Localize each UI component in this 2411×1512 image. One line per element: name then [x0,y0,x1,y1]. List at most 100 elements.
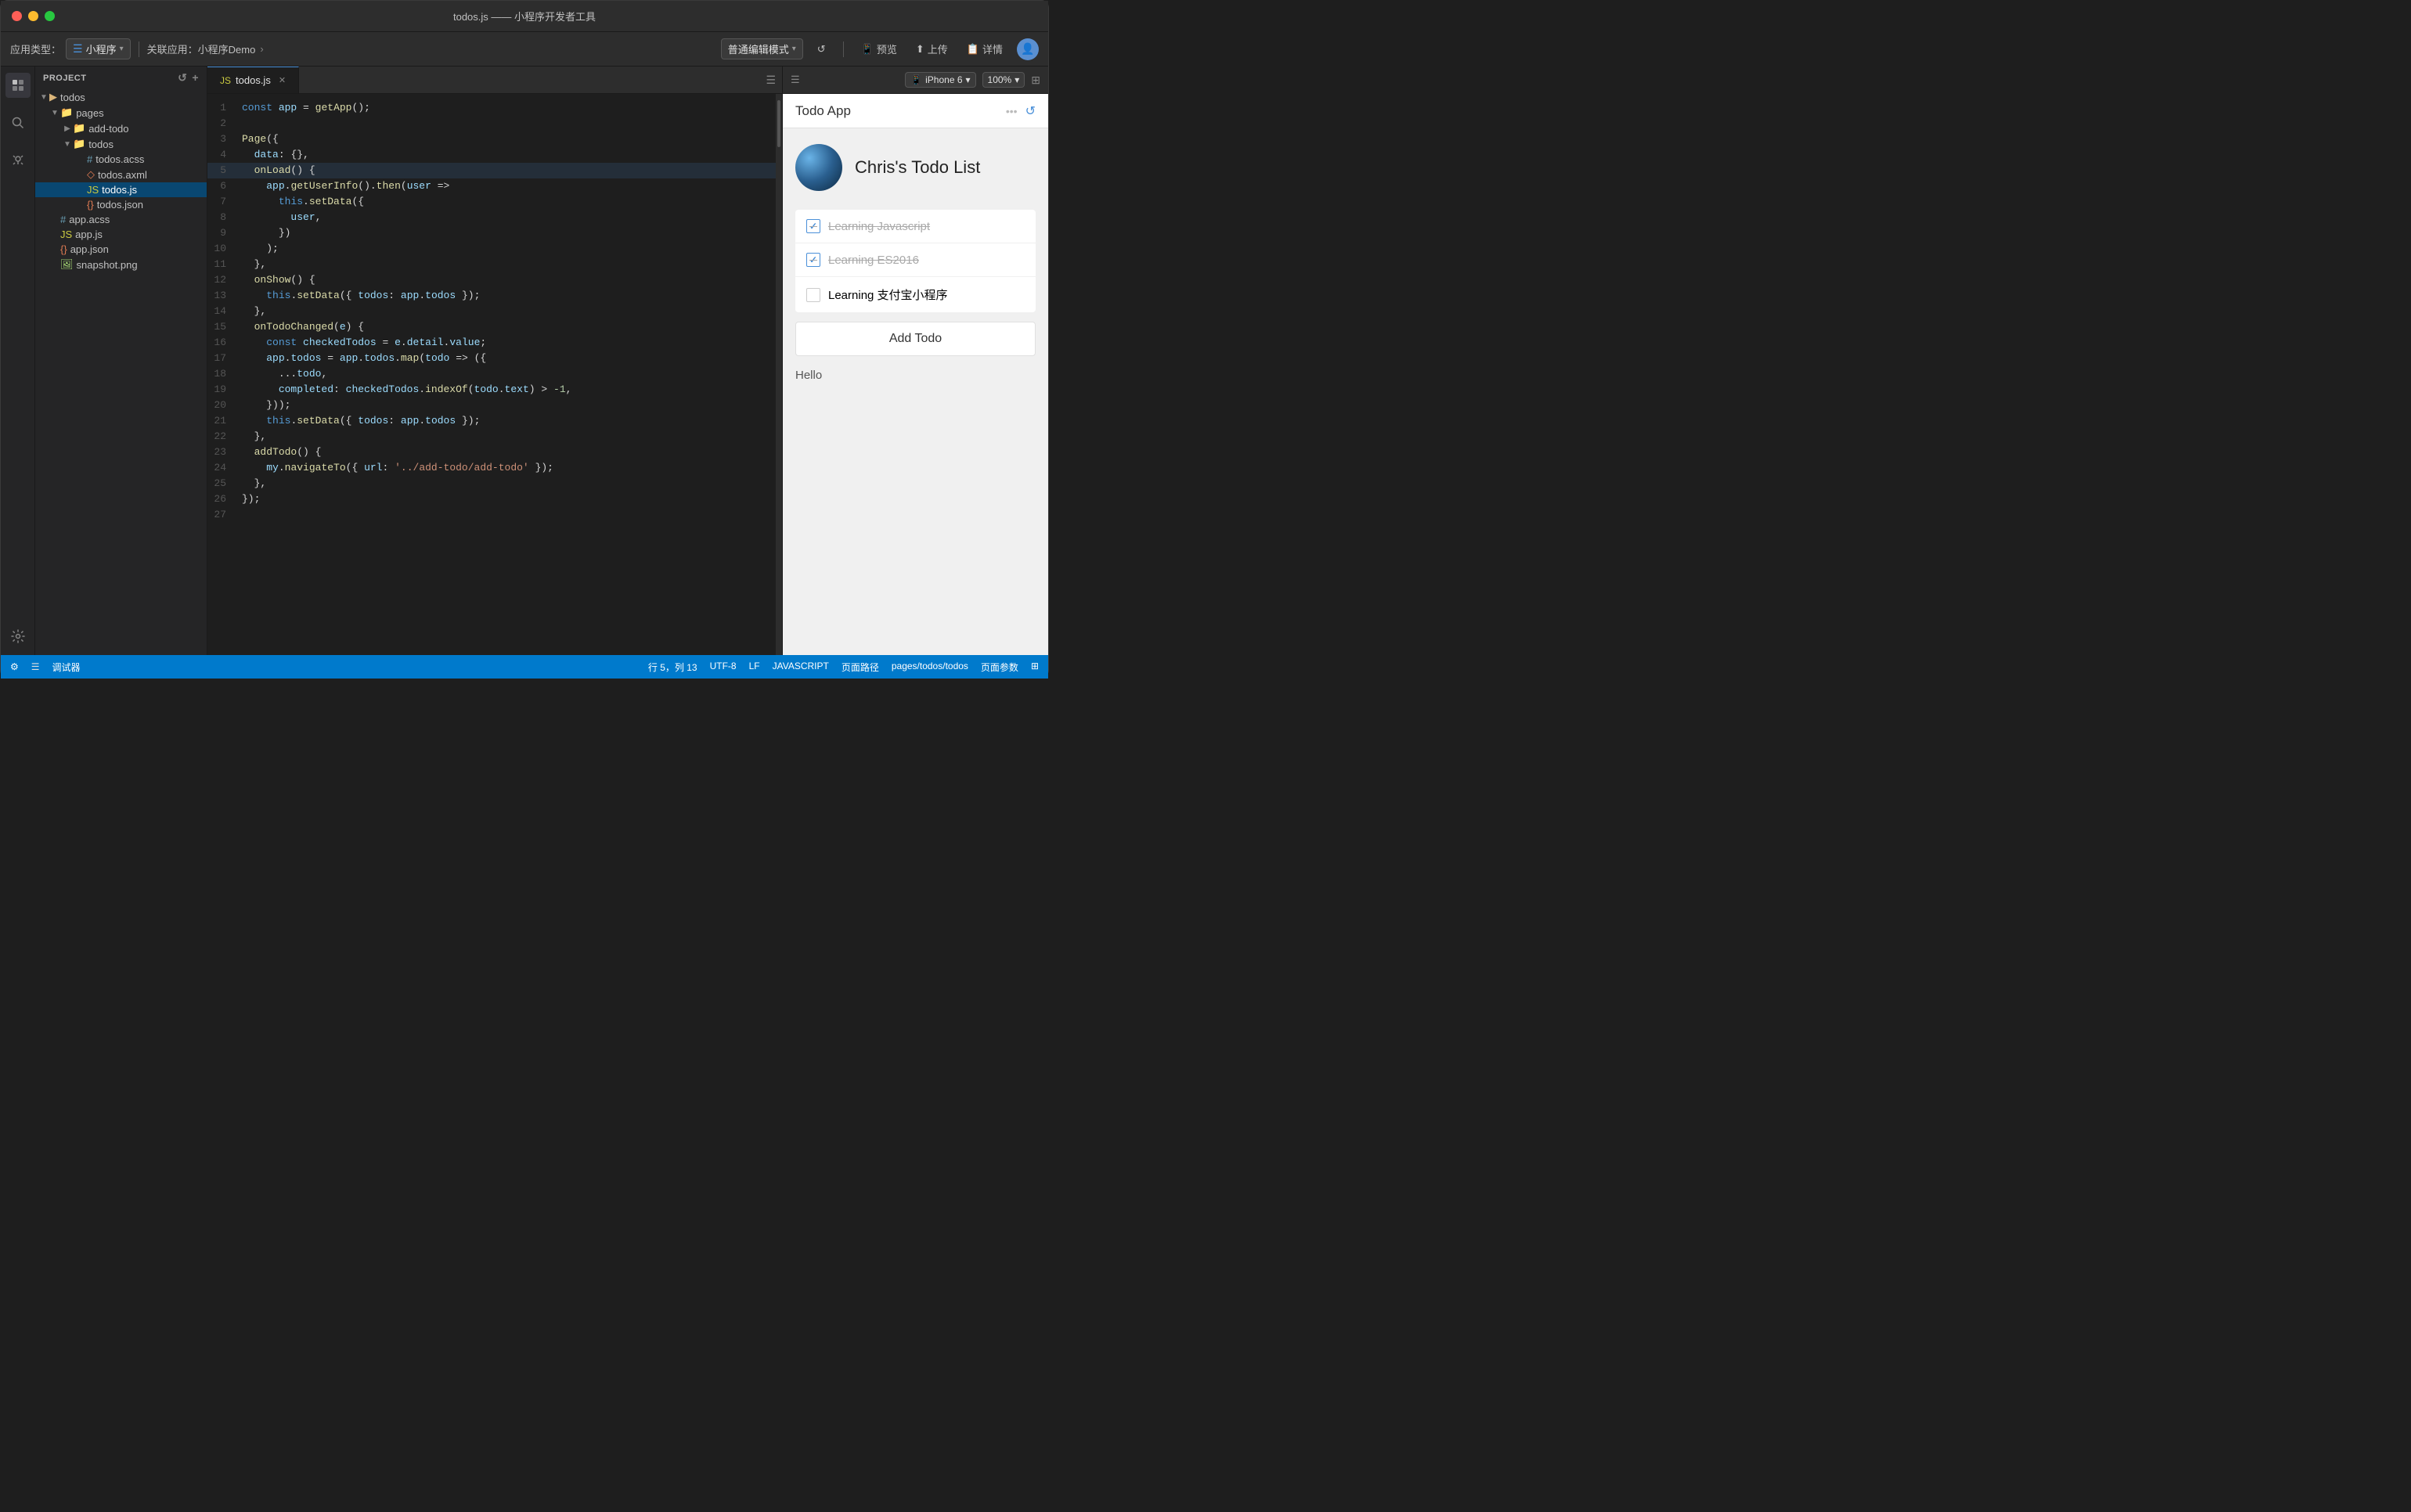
close-button[interactable] [12,11,22,21]
editor-tab-todos-js[interactable]: JS todos.js ✕ [207,67,299,93]
todo-checkbox-1[interactable] [806,219,820,233]
status-language[interactable]: JAVASCRIPT [773,661,829,674]
zoom-chevron: ▾ [1014,74,1019,85]
code-line: 22 }, [207,429,776,445]
tree-item-label: app.json [70,243,109,255]
editor-area: JS todos.js ✕ ☰ 1 const app = getApp(); … [207,67,782,655]
header-refresh-icon[interactable]: ↺ [1025,103,1036,119]
todo-checkbox-2[interactable] [806,253,820,267]
todo-item-1[interactable]: Learning Javascript [795,210,1036,243]
device-dropdown[interactable]: 📱 iPhone 6 ▾ [905,72,975,88]
tab-close-icon[interactable]: ✕ [279,75,286,85]
tree-item-snapshot[interactable]: 🖼 snapshot.png [35,257,207,272]
activity-settings-icon[interactable] [5,624,31,649]
tree-item-todos-acss[interactable]: # todos.acss [35,152,207,167]
todo-avatar [795,144,842,191]
preview-button[interactable]: 📱 预览 [856,38,902,59]
preview-content: Todo App ••• ↺ Chris's Todo List [783,94,1048,655]
sidebar: Project ↺ + ▼ ▶ todos ▼ 📁 pages ▶ [35,67,207,655]
tree-item-todos-json[interactable]: {} todos.json [35,197,207,212]
code-line: 19 completed: checkedTodos.indexOf(todo.… [207,382,776,398]
status-grid-icon[interactable]: ⊞ [1031,661,1039,674]
status-debugger-label[interactable]: 调试器 [52,661,81,674]
status-page-path-label: 页面路径 [842,661,879,674]
editor-tabs: JS todos.js ✕ ☰ [207,67,782,94]
header-dots-icon[interactable]: ••• [1006,105,1018,117]
app-type-dropdown[interactable]: ☰ 小程序 ▾ [66,38,131,59]
sidebar-refresh-icon[interactable]: ↺ [178,71,187,85]
preview-toolbar-right: 📱 iPhone 6 ▾ 100% ▾ ⊞ [905,72,1040,88]
tree-item-label: snapshot.png [77,259,138,271]
sidebar-add-icon[interactable]: + [192,71,199,85]
status-line-ending[interactable]: LF [749,661,760,674]
compile-mode-chevron: ▾ [792,45,796,53]
tree-item-todos-root[interactable]: ▼ ▶ todos [35,89,207,105]
scroll-thumb [777,100,780,147]
preview-panel: ☰ 📱 iPhone 6 ▾ 100% ▾ ⊞ Todo App ••• [782,67,1048,655]
tab-label: todos.js [236,74,271,86]
device-chevron: ▾ [966,74,971,85]
css-file-icon: # [60,214,66,225]
todo-checkbox-3[interactable] [806,288,820,302]
activity-search-icon[interactable] [5,110,31,135]
compile-mode-dropdown[interactable]: 普通编辑模式 ▾ [721,38,803,59]
phone-small-icon: 📱 [910,74,922,85]
code-line: 25 }, [207,476,776,491]
editor-scrollbar[interactable] [776,94,782,655]
toolbar-sep-2 [843,41,844,57]
tree-arrow: ▼ [38,93,49,102]
code-line: 21 this.setData({ todos: app.todos }); [207,413,776,429]
avatar-image [795,144,842,191]
tree-item-pages[interactable]: ▼ 📁 pages [35,105,207,121]
todo-header: Chris's Todo List [795,144,1036,191]
maximize-button[interactable] [45,11,55,21]
tree-item-todos-js[interactable]: JS todos.js [35,182,207,197]
toolbar-right: 普通编辑模式 ▾ ↺ 📱 预览 ⬆ 上传 📋 详情 👤 [721,38,1039,60]
add-todo-button[interactable]: Add Todo [795,322,1036,356]
tree-arrow [76,155,87,164]
status-settings-icon[interactable]: ⚙ [10,661,19,672]
status-page-path[interactable]: pages/todos/todos [892,661,968,674]
tree-item-todos-folder[interactable]: ▼ 📁 todos [35,136,207,152]
status-encoding[interactable]: UTF-8 [710,661,737,674]
tree-arrow [49,230,60,239]
code-line: 26 }); [207,491,776,507]
zoom-dropdown[interactable]: 100% ▾ [982,72,1025,88]
code-editor[interactable]: 1 const app = getApp(); 2 3 Page({ 4 dat… [207,94,776,655]
toolbar-left: 应用类型： ☰ 小程序 ▾ 关联应用：小程序Demo › [10,38,715,59]
tree-item-label: todos.axml [98,169,147,181]
minimize-button[interactable] [28,11,38,21]
editor-more-icon[interactable]: ☰ [766,74,776,87]
tree-item-label: todos.js [102,184,137,196]
status-row-col[interactable]: 行 5，列 13 [648,661,697,674]
tree-item-label: app.js [75,229,103,240]
code-line: 23 addTodo() { [207,445,776,460]
detail-button[interactable]: 📋 详情 [962,38,1007,59]
preview-menu-icon[interactable]: ☰ [791,74,800,86]
upload-button[interactable]: ⬆ 上传 [911,38,953,59]
preview-extra-icon[interactable]: ⊞ [1031,74,1040,87]
tree-item-app-json[interactable]: {} app.json [35,242,207,257]
user-avatar[interactable]: 👤 [1017,38,1039,60]
tree-arrow: ▶ [62,124,73,133]
tree-arrow [49,245,60,254]
refresh-button[interactable]: ↺ [813,40,831,59]
tree-item-todos-axml[interactable]: ◇ todos.axml [35,167,207,182]
activity-debug-icon[interactable] [5,148,31,173]
status-debugger-icon[interactable]: ☰ [31,661,40,672]
tree-item-app-js[interactable]: JS app.js [35,227,207,242]
tree-item-label: todos.acss [96,153,144,165]
tree-item-add-todo[interactable]: ▶ 📁 add-todo [35,121,207,136]
status-page-params[interactable]: 页面参数 [981,661,1018,674]
activity-explorer-icon[interactable] [5,73,31,98]
todo-item-2[interactable]: Learning ES2016 [795,243,1036,277]
main-layout: Project ↺ + ▼ ▶ todos ▼ 📁 pages ▶ [1,67,1048,655]
todo-item-3[interactable]: Learning 支付宝小程序 [795,277,1036,312]
status-bar: ⚙ ☰ 调试器 行 5，列 13 UTF-8 LF JAVASCRIPT 页面路… [1,655,1048,679]
tree-item-label: todos [88,139,114,150]
json-file-icon: {} [87,199,94,211]
user-icon: 👤 [1021,42,1034,56]
tree-item-app-acss[interactable]: # app.acss [35,212,207,227]
js-file-icon: JS [87,184,99,196]
activity-bar [1,67,35,655]
